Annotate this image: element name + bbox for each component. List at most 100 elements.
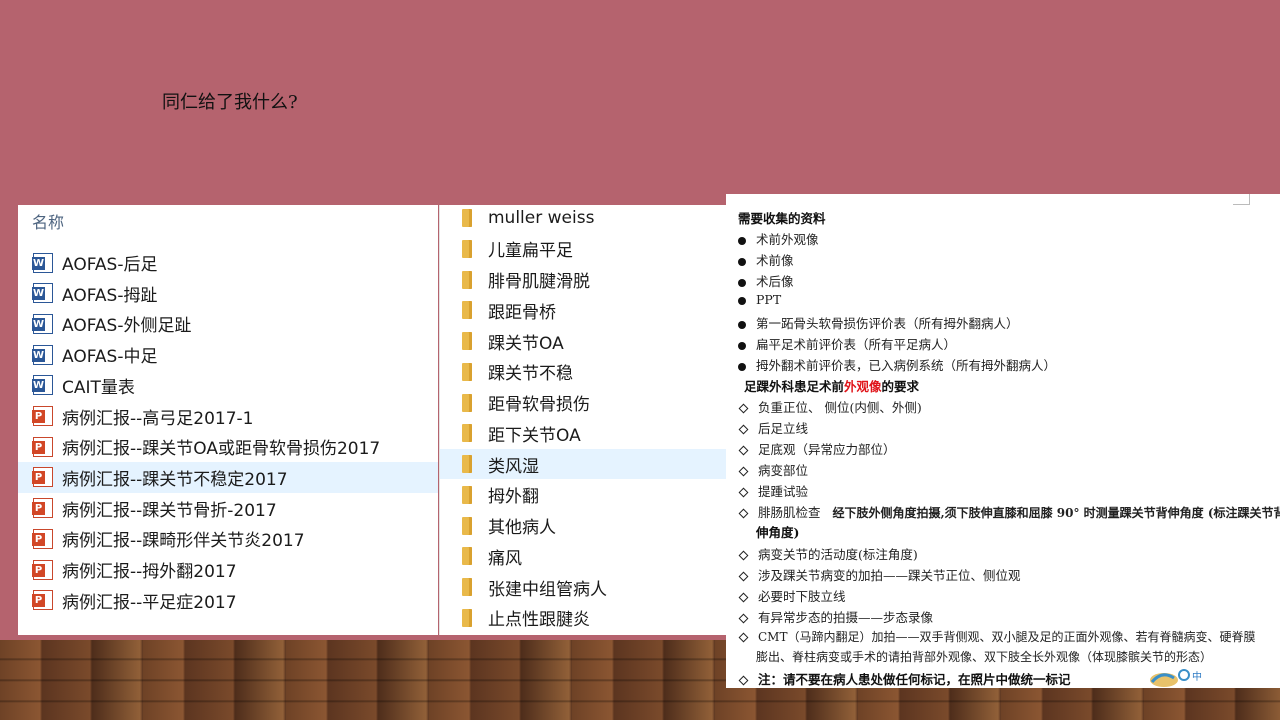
bullet-dot-icon [738,257,746,266]
bullet-diamond-icon [738,508,749,519]
folder-row[interactable]: 类风湿 [440,449,727,479]
powerpoint-document-icon [32,559,53,580]
doc-gastroc-line: 腓肠肌检查 经下肢外侧角度拍摄,须下肢伸直膝和屈膝 90° 时测量踝关节背伸角度… [738,502,1280,521]
doc-heading-materials: 需要收集的资料 [738,211,826,226]
file-explorer-file-pane: 名称 AOFAS-后足 AOFAS-拇趾 AOFAS-外侧足趾 AOFAS-中足 CAI… [18,205,438,635]
folder-name: 其他病人 [488,518,556,538]
folder-row[interactable]: 距下关节OA [440,418,727,448]
folder-name: 拇外翻 [488,487,539,508]
folder-name: 儿童扁平足 [488,241,573,262]
bullet-diamond-icon [738,592,749,603]
doc-gastroc-line-cont: 伸角度) [756,525,800,540]
folder-row[interactable]: 距骨软骨损伤 [440,388,727,418]
page-corner-mark [1233,194,1250,205]
file-row[interactable]: 病例汇报--高弓足2017-1 [18,401,438,432]
doc-list1-item: 拇外翻术前评价表，已入病例系统（所有拇外翻病人） [738,355,1056,374]
folder-icon [462,332,472,350]
file-name: 病例汇报--踝畸形伴关节炎2017 [62,531,305,552]
folder-row[interactable]: 痛风 [440,541,727,571]
doc-list3-item: 病变关节的活动度(标注角度) [738,544,918,563]
file-name: 病例汇报--高弓足2017-1 [62,408,254,429]
file-row[interactable]: AOFAS-后足 [18,247,438,278]
bullet-dot-icon [738,296,746,305]
bullet-diamond-icon [738,675,749,686]
svg-text:中: 中 [1192,670,1202,683]
folder-row[interactable]: 踝关节不稳 [440,357,727,387]
powerpoint-document-icon [32,467,53,488]
doc-list1-item: 术前外观像 [738,229,819,248]
folder-icon [462,547,472,566]
folder-icon [462,516,472,535]
folder-icon [462,485,472,504]
doc-list3-item: 有异常步态的拍摄——步态录像 [738,607,933,626]
doc-list1-item: 术后像 [738,271,794,290]
word-document-icon [32,375,53,396]
file-row[interactable]: 病例汇报--踝关节OA或距骨软骨损伤2017 [18,431,438,462]
doc-list2-item: 足底观（异常应力部位） [738,439,896,458]
folder-row[interactable]: 踝关节OA [440,326,727,356]
folder-name: 痛风 [488,548,522,569]
file-name: 病例汇报--平足症2017 [62,592,237,613]
bullet-dot-icon [738,278,746,287]
file-row[interactable]: 病例汇报--踝畸形伴关节炎2017 [18,523,438,554]
file-row[interactable]: AOFAS-中足 [18,339,438,370]
folder-row[interactable]: 其他病人 [440,511,727,541]
word-document-icon [32,283,53,304]
folder-icon [462,209,472,227]
file-name: 病例汇报--踝关节OA或距骨软骨损伤2017 [62,439,381,460]
file-explorer-folder-pane: muller weiss 儿童扁平足腓骨肌腱滑脱 跟距骨桥踝关节OA 踝关节不稳距骨软… [439,205,727,635]
folder-name: 距骨软骨损伤 [488,395,590,415]
folder-icon [462,362,472,381]
folder-name: 类风湿 [488,456,539,477]
file-row[interactable]: 病例汇报--踝关节骨折-2017 [18,493,438,524]
file-row[interactable]: 病例汇报--拇外翻2017 [18,554,438,585]
doc-cmt-line: CMT（马蹄内翻足）加拍——双手背侧观、双小腿及足的正面外观像、若有脊髓病变、硬… [738,628,1255,645]
word-document-icon [32,313,53,334]
doc-list1-item: PPT [738,292,781,307]
doc-note: 注：请不要在病人患处做任何标记，在照片中做统一标记 [738,669,1071,688]
bullet-diamond-icon [738,571,749,582]
folder-name: 跟距骨桥 [488,302,556,323]
file-row[interactable]: 病例汇报--平足症2017 [18,585,438,616]
folder-icon [462,301,472,320]
file-name: AOFAS-拇趾 [62,285,158,306]
file-name: 病例汇报--踝关节不稳定2017 [62,469,288,490]
folder-row[interactable]: 拇外翻 [440,480,727,510]
folder-name: 止点性跟腱炎 [488,610,590,631]
folder-row[interactable]: 跟距骨桥 [440,295,727,325]
bullet-diamond-icon [738,487,749,498]
folder-row[interactable]: muller weiss [440,203,727,233]
file-row[interactable]: AOFAS-拇趾 [18,278,438,309]
folder-icon [462,270,472,289]
folder-row[interactable]: 止点性跟腱炎 [440,603,727,633]
folder-icon [462,239,472,258]
word-document-icon [32,344,53,365]
doc-cmt-line-cont: 膨出、脊柱病变或手术的请拍背部外观像、双下肢全长外观像（体现膝髌关节的形态） [756,650,1213,664]
folder-name: muller weiss [488,208,595,228]
folder-icon [462,608,472,627]
folder-row[interactable]: 张建中组管病人 [440,572,727,602]
folder-row[interactable]: 儿童扁平足 [440,234,727,264]
doc-list1-item: 术前像 [738,250,794,269]
doc-list1-item: 第一跖骨头软骨损伤评价表（所有拇外翻病人） [738,313,1019,332]
bullet-diamond-icon [738,445,749,456]
file-row[interactable]: AOFAS-外侧足趾 [18,308,438,339]
doc-list3-item: 必要时下肢立线 [738,586,846,605]
bullet-diamond-icon [738,550,749,561]
doc-list2-item: 后足立线 [738,418,808,437]
doc-list2-item: 负重正位、 侧位(内侧、外侧) [738,397,922,416]
folder-row[interactable]: 腓骨肌腱滑脱 [440,265,727,295]
powerpoint-document-icon [32,498,53,519]
file-row[interactable]: 病例汇报--踝关节不稳定2017 [18,461,438,493]
file-row[interactable]: CAIT量表 [18,370,438,401]
powerpoint-document-icon [32,590,53,611]
column-header-name[interactable]: 名称 [32,209,64,233]
doc-list2-item: 提踵试验 [738,481,808,500]
folder-name: 腓骨肌腱滑脱 [488,272,590,292]
folder-name: 张建中组管病人 [488,579,607,600]
bullet-diamond-icon [738,613,749,624]
file-name: AOFAS-中足 [62,347,158,368]
file-name: AOFAS-外侧足趾 [62,316,192,337]
slide-title: 同仁给了我什么? [162,92,298,113]
doc-list1-item: 扁平足术前评价表（所有平足病人） [738,334,956,353]
